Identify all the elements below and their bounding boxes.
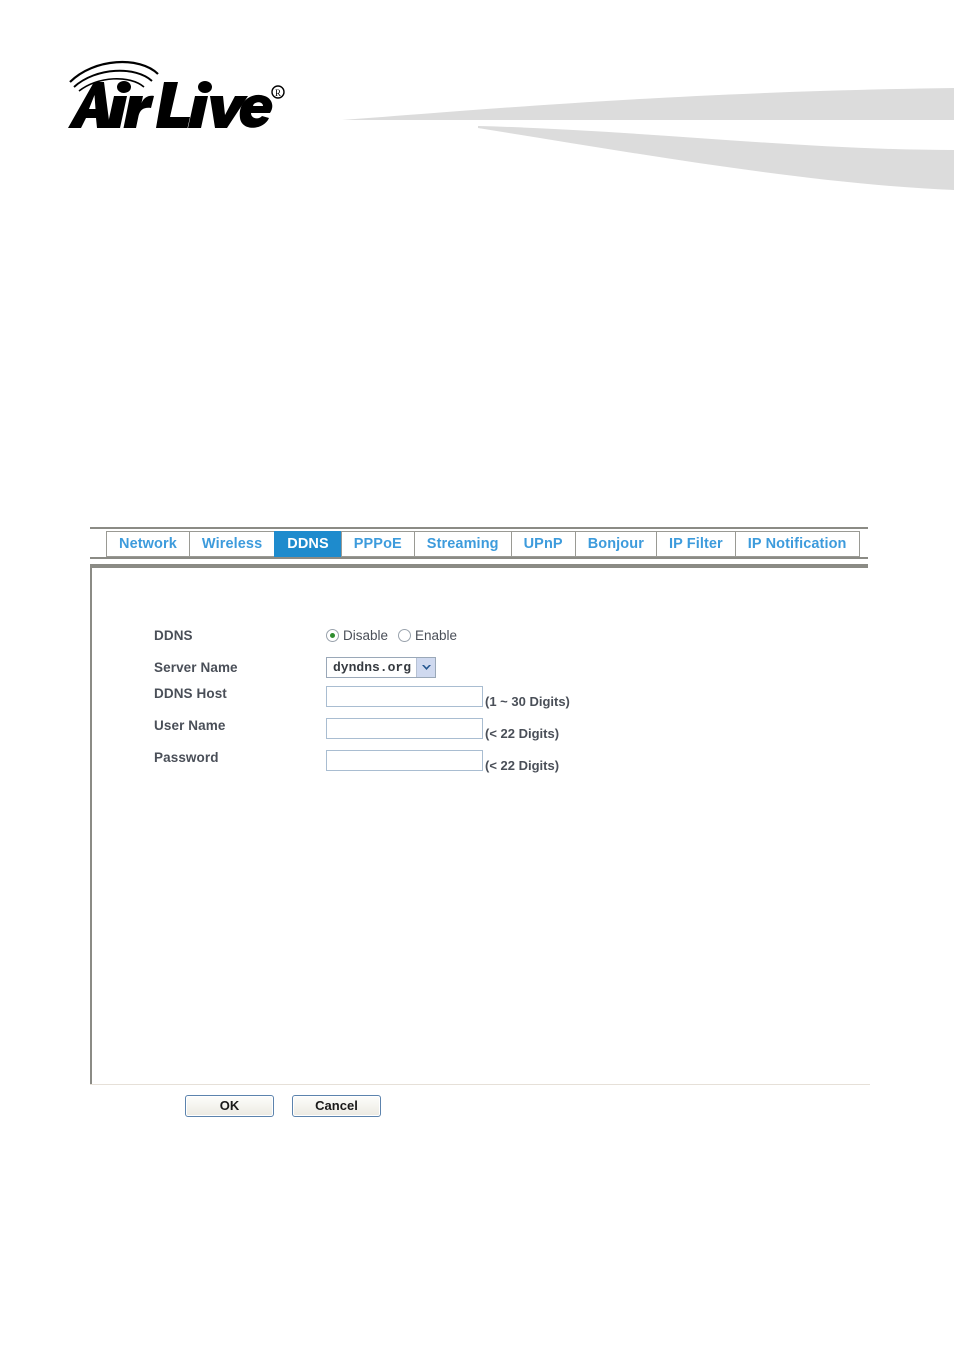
ddns-radio-group: Disable Enable [326, 628, 457, 643]
server-name-label: Server Name [154, 660, 238, 675]
ok-button[interactable]: OK [185, 1095, 274, 1117]
form-row-user-name: User Name (< 22 Digits) [154, 716, 570, 748]
tab-bonjour[interactable]: Bonjour [574, 531, 656, 557]
user-name-hint: (< 22 Digits) [485, 726, 560, 741]
radio-enable-icon[interactable] [398, 629, 412, 642]
form-row-ddns-host: DDNS Host (1 ~ 30 Digits) [154, 684, 570, 716]
tab-ddns[interactable]: DDNS [274, 531, 341, 557]
svg-text:R: R [275, 88, 281, 98]
form-row-ddns: DDNS Disable Enable [154, 620, 570, 651]
tab-upnp[interactable]: UPnP [510, 531, 575, 557]
settings-tab-bar: Network Wireless DDNS PPPoE Streaming UP… [90, 527, 868, 559]
ddns-radio-enable[interactable]: Enable [398, 628, 457, 643]
form-row-password: Password (< 22 Digits) [154, 748, 570, 780]
page-header: R [0, 0, 954, 200]
chevron-down-icon[interactable] [416, 658, 436, 677]
tab-list: Network Wireless DDNS PPPoE Streaming UP… [106, 531, 860, 557]
password-label: Password [154, 750, 219, 765]
password-input[interactable] [326, 750, 483, 771]
ddns-host-hint: (1 ~ 30 Digits) [485, 694, 570, 709]
tab-streaming[interactable]: Streaming [413, 531, 511, 557]
radio-disable-label: Disable [343, 628, 389, 643]
tab-pppoe[interactable]: PPPoE [340, 531, 414, 557]
tab-ip-filter[interactable]: IP Filter [655, 531, 735, 557]
radio-disable-icon[interactable] [326, 629, 339, 642]
password-hint: (< 22 Digits) [485, 758, 560, 773]
radio-enable-label: Enable [415, 628, 458, 643]
tab-ip-notification[interactable]: IP Notification [734, 531, 860, 557]
ddns-label: DDNS [154, 628, 193, 643]
ddns-radio-disable[interactable]: Disable [326, 628, 388, 643]
ddns-form: DDNS Disable Enable Server Name dyndns.o… [154, 620, 570, 780]
header-swoosh-graphic [340, 58, 954, 190]
server-name-selected-value: dyndns.org [333, 660, 412, 675]
user-name-label: User Name [154, 718, 226, 733]
ddns-settings-panel: DDNS Disable Enable Server Name dyndns.o… [90, 566, 870, 1085]
ddns-host-label: DDNS Host [154, 686, 227, 701]
registered-trademark: R [271, 85, 285, 99]
form-row-server-name: Server Name dyndns.org [154, 651, 570, 684]
form-actions: OK Cancel [185, 1095, 381, 1117]
tab-wireless[interactable]: Wireless [188, 531, 275, 557]
tab-network[interactable]: Network [106, 531, 189, 557]
cancel-button[interactable]: Cancel [292, 1095, 381, 1117]
server-name-select[interactable]: dyndns.org [326, 657, 437, 678]
user-name-input[interactable] [326, 718, 483, 739]
ddns-host-input[interactable] [326, 686, 483, 707]
airlive-logo: R [64, 52, 294, 130]
